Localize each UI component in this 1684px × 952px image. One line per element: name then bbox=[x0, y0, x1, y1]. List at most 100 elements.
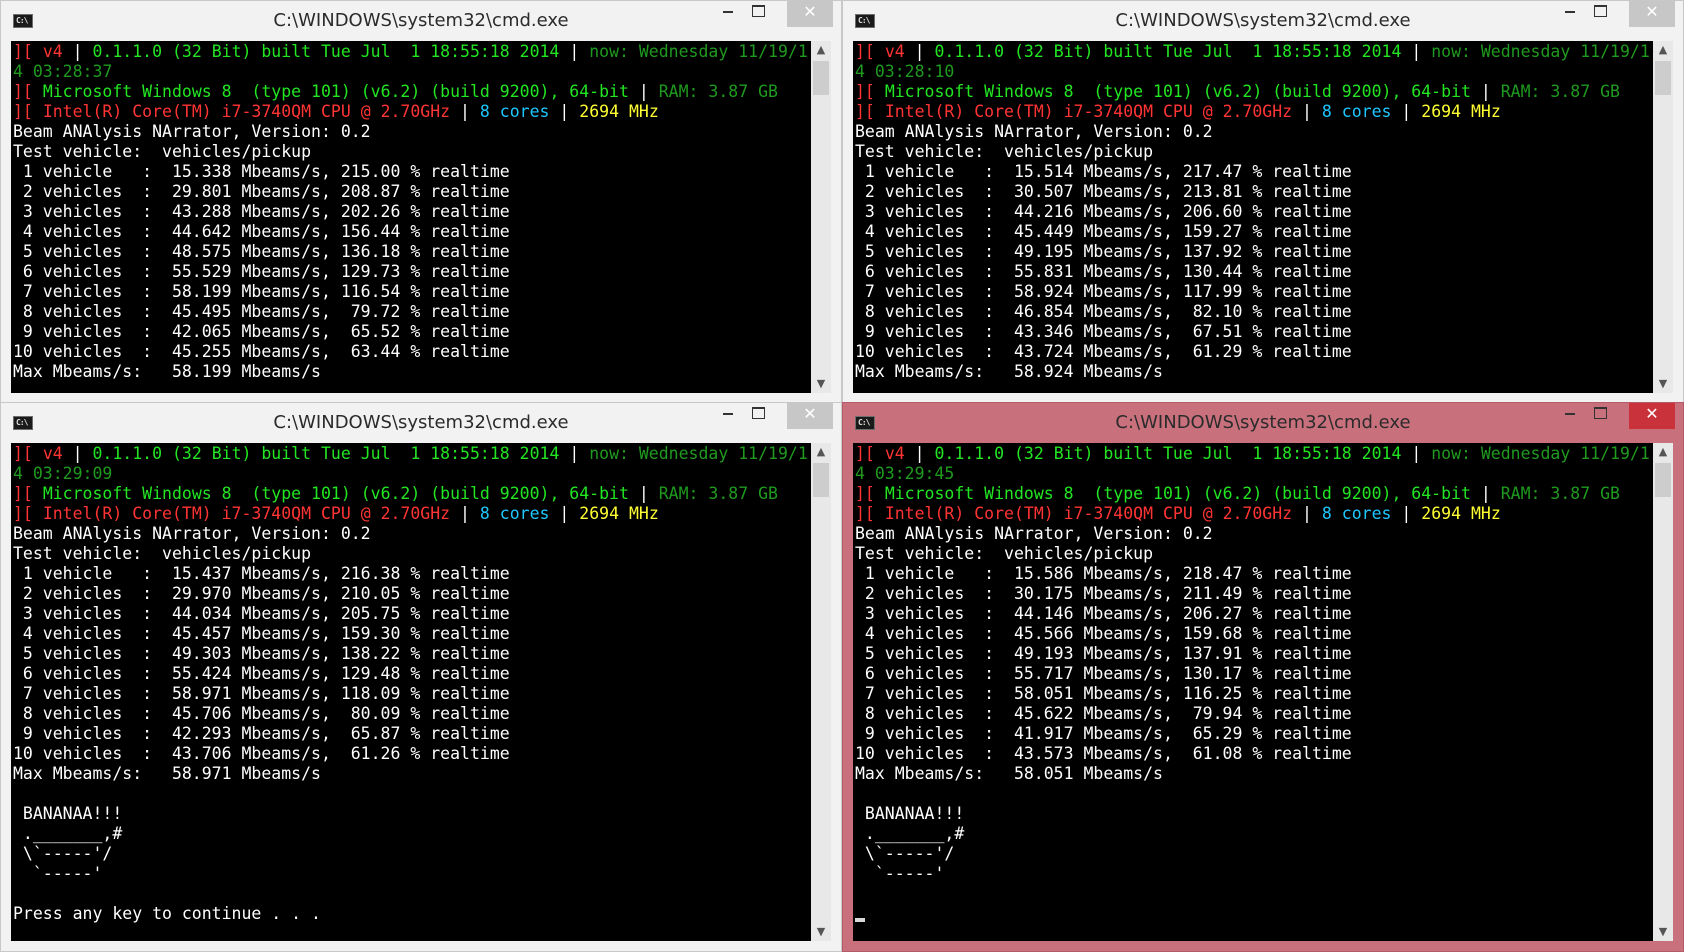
console-output[interactable]: ][ v4 | 0.1.1.0 (32 Bit) built Tue Jul 1… bbox=[11, 443, 811, 941]
console-text: Press any key to continue . . . bbox=[13, 904, 321, 923]
close-button[interactable]: ✕ bbox=[1629, 1, 1675, 27]
console-line: Max Mbeams/s: 58.051 Mbeams/s bbox=[855, 764, 1653, 784]
console-text: 10 vehicles : 43.573 Mbeams/s, 61.08 % r… bbox=[855, 744, 1352, 763]
scroll-down-icon[interactable]: ▼ bbox=[811, 375, 831, 393]
minimize-button[interactable] bbox=[711, 1, 745, 27]
console-line: 2 vehicles : 29.801 Mbeams/s, 208.87 % r… bbox=[13, 182, 811, 202]
separator: | bbox=[72, 42, 83, 61]
scroll-thumb[interactable] bbox=[813, 463, 829, 497]
separator: | bbox=[1302, 504, 1312, 523]
header-version-line: ][ v4 | 0.1.1.0 (32 Bit) built Tue Jul 1… bbox=[855, 42, 1653, 62]
vertical-scrollbar[interactable]: ▲ ▼ bbox=[1653, 41, 1673, 393]
console-text: 8 vehicles : 45.495 Mbeams/s, 79.72 % re… bbox=[13, 302, 510, 321]
console-line: 8 vehicles : 45.495 Mbeams/s, 79.72 % re… bbox=[13, 302, 811, 322]
title-bar[interactable]: C:\ C:\WINDOWS\system32\cmd.exe ✕ bbox=[843, 403, 1683, 443]
scroll-down-icon[interactable]: ▼ bbox=[1653, 923, 1673, 941]
current-time-label: now: Wednesday 11/19/1 bbox=[1431, 42, 1650, 61]
scroll-up-icon[interactable]: ▲ bbox=[1653, 443, 1673, 461]
header-os-line: ][ Microsoft Windows 8 (type 101) (v6.2)… bbox=[13, 82, 811, 102]
close-button[interactable]: ✕ bbox=[787, 1, 833, 27]
console-line: Beam ANAlysis NArrator, Version: 0.2 bbox=[855, 524, 1653, 544]
console-text: Test vehicle: vehicles/pickup bbox=[13, 142, 312, 161]
vertical-scrollbar[interactable]: ▲ ▼ bbox=[811, 443, 831, 941]
console-line: 4 vehicles : 45.566 Mbeams/s, 159.68 % r… bbox=[855, 624, 1653, 644]
scroll-up-icon[interactable]: ▲ bbox=[1653, 41, 1673, 59]
separator: | bbox=[638, 82, 649, 101]
scroll-thumb[interactable] bbox=[1655, 61, 1671, 95]
close-button[interactable]: ✕ bbox=[787, 403, 833, 429]
console-line: 8 vehicles : 45.622 Mbeams/s, 79.94 % re… bbox=[855, 704, 1653, 724]
console-output[interactable]: ][ v4 | 0.1.1.0 (32 Bit) built Tue Jul 1… bbox=[853, 41, 1653, 393]
current-time-continued: 4 03:28:10 bbox=[855, 62, 955, 81]
os-info: Microsoft Windows 8 (type 101) (v6.2) (b… bbox=[42, 82, 629, 101]
console-text: 8 vehicles : 45.622 Mbeams/s, 79.94 % re… bbox=[855, 704, 1352, 723]
separator: | bbox=[638, 484, 649, 503]
console-text: 2 vehicles : 29.970 Mbeams/s, 210.05 % r… bbox=[13, 584, 510, 603]
console-text: 3 vehicles : 44.034 Mbeams/s, 205.75 % r… bbox=[13, 604, 510, 623]
console-line: 5 vehicles : 48.575 Mbeams/s, 136.18 % r… bbox=[13, 242, 811, 262]
title-bar[interactable]: C:\ C:\WINDOWS\system32\cmd.exe ✕ bbox=[1, 1, 841, 41]
vertical-scrollbar[interactable]: ▲ ▼ bbox=[1653, 443, 1673, 941]
separator: | bbox=[460, 504, 470, 523]
prefix-bracket: ][ bbox=[855, 444, 875, 463]
scroll-thumb[interactable] bbox=[813, 61, 829, 95]
console-output[interactable]: ][ v4 | 0.1.1.0 (32 Bit) built Tue Jul 1… bbox=[853, 443, 1653, 941]
console-text: 3 vehicles : 44.216 Mbeams/s, 206.60 % r… bbox=[855, 202, 1352, 221]
console-line: 4 vehicles : 44.642 Mbeams/s, 156.44 % r… bbox=[13, 222, 811, 242]
console-line: Test vehicle: vehicles/pickup bbox=[13, 544, 811, 564]
scroll-down-icon[interactable]: ▼ bbox=[1653, 375, 1673, 393]
maximize-button[interactable] bbox=[741, 403, 775, 429]
close-button[interactable]: ✕ bbox=[1629, 403, 1675, 429]
console-line: Beam ANAlysis NArrator, Version: 0.2 bbox=[13, 122, 811, 142]
console-text: 5 vehicles : 48.575 Mbeams/s, 136.18 % r… bbox=[13, 242, 510, 261]
cmd-window-top-right[interactable]: C:\ C:\WINDOWS\system32\cmd.exe ✕ ][ v4 … bbox=[842, 0, 1684, 404]
console-text: 10 vehicles : 43.724 Mbeams/s, 61.29 % r… bbox=[855, 342, 1352, 361]
ram-info: RAM: 3.87 GB bbox=[1500, 82, 1620, 101]
scroll-up-icon[interactable]: ▲ bbox=[811, 443, 831, 461]
console-line: 6 vehicles : 55.717 Mbeams/s, 130.17 % r… bbox=[855, 664, 1653, 684]
console-line: 1 vehicle : 15.586 Mbeams/s, 218.47 % re… bbox=[855, 564, 1653, 584]
console-line: \`-----'/ bbox=[13, 844, 811, 864]
console-text: \`-----'/ bbox=[13, 844, 113, 863]
minimize-icon bbox=[723, 11, 733, 13]
title-bar[interactable]: C:\ C:\WINDOWS\system32\cmd.exe ✕ bbox=[1, 403, 841, 443]
cmd-window-bottom-left[interactable]: C:\ C:\WINDOWS\system32\cmd.exe ✕ ][ v4 … bbox=[0, 402, 842, 952]
console-text: 7 vehicles : 58.051 Mbeams/s, 116.25 % r… bbox=[855, 684, 1352, 703]
console-output[interactable]: ][ v4 | 0.1.1.0 (32 Bit) built Tue Jul 1… bbox=[11, 41, 811, 393]
maximize-icon bbox=[751, 5, 765, 17]
vertical-scrollbar[interactable]: ▲ ▼ bbox=[811, 41, 831, 393]
scroll-up-icon[interactable]: ▲ bbox=[811, 41, 831, 59]
cpu-info: Intel(R) Core(TM) i7-3740QM CPU @ 2.70GH… bbox=[42, 102, 451, 121]
console-text: 3 vehicles : 44.146 Mbeams/s, 206.27 % r… bbox=[855, 604, 1352, 623]
minimize-button[interactable] bbox=[1553, 1, 1587, 27]
console-line: 2 vehicles : 29.970 Mbeams/s, 210.05 % r… bbox=[13, 584, 811, 604]
console-text: 1 vehicle : 15.338 Mbeams/s, 215.00 % re… bbox=[13, 162, 510, 181]
console-line: 1 vehicle : 15.437 Mbeams/s, 216.38 % re… bbox=[13, 564, 811, 584]
header-cpu-line: ][ Intel(R) Core(TM) i7-3740QM CPU @ 2.7… bbox=[855, 102, 1653, 122]
console-text: 4 vehicles : 45.457 Mbeams/s, 159.30 % r… bbox=[13, 624, 510, 643]
title-bar[interactable]: C:\ C:\WINDOWS\system32\cmd.exe ✕ bbox=[843, 1, 1683, 41]
cpu-cores: 8 cores bbox=[479, 504, 550, 523]
console-text: 5 vehicles : 49.193 Mbeams/s, 137.91 % r… bbox=[855, 644, 1352, 663]
cmd-window-top-left[interactable]: C:\ C:\WINDOWS\system32\cmd.exe ✕ ][ v4 … bbox=[0, 0, 842, 404]
console-line: Max Mbeams/s: 58.199 Mbeams/s bbox=[13, 362, 811, 382]
console-text: 7 vehicles : 58.199 Mbeams/s, 116.54 % r… bbox=[13, 282, 510, 301]
maximize-button[interactable] bbox=[741, 1, 775, 27]
maximize-button[interactable] bbox=[1583, 1, 1617, 27]
separator: | bbox=[72, 444, 83, 463]
header-version-line: ][ v4 | 0.1.1.0 (32 Bit) built Tue Jul 1… bbox=[13, 444, 811, 464]
console-text: Test vehicle: vehicles/pickup bbox=[855, 544, 1154, 563]
text-cursor bbox=[855, 918, 865, 922]
build-version: 0.1.1.0 (32 Bit) built Tue Jul 1 18:55:1… bbox=[934, 444, 1402, 463]
console-line: 7 vehicles : 58.199 Mbeams/s, 116.54 % r… bbox=[13, 282, 811, 302]
separator: | bbox=[1401, 504, 1412, 523]
cmd-window-bottom-right-active[interactable]: C:\ C:\WINDOWS\system32\cmd.exe ✕ ][ v4 … bbox=[842, 402, 1684, 952]
minimize-button[interactable] bbox=[711, 403, 745, 429]
minimize-button[interactable] bbox=[1553, 403, 1587, 429]
scroll-down-icon[interactable]: ▼ bbox=[811, 923, 831, 941]
cpu-mhz: 2694 MHz bbox=[1421, 504, 1501, 523]
scroll-thumb[interactable] bbox=[1655, 463, 1671, 497]
console-line: 10 vehicles : 43.573 Mbeams/s, 61.08 % r… bbox=[855, 744, 1653, 764]
close-icon: ✕ bbox=[803, 2, 817, 21]
maximize-button[interactable] bbox=[1583, 403, 1617, 429]
